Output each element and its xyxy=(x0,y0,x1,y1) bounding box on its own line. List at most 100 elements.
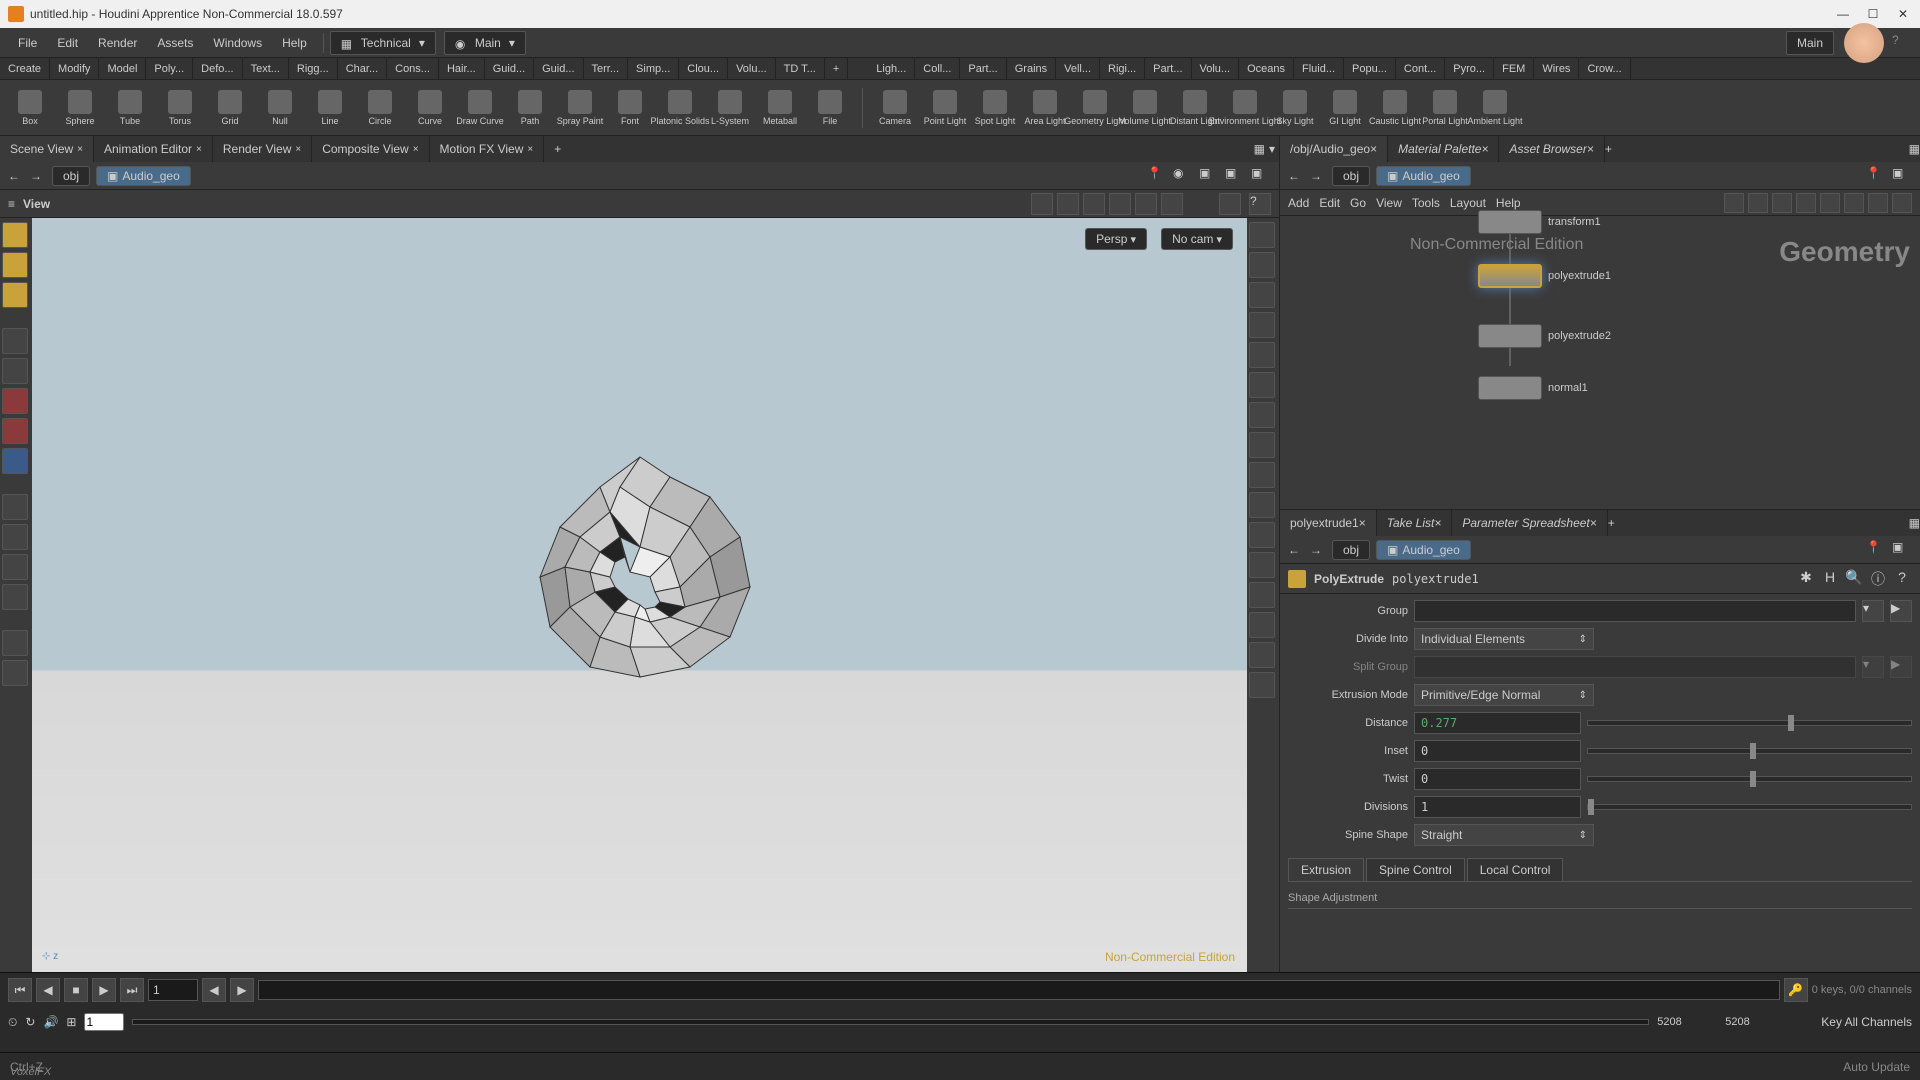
render-icon[interactable]: ▣ xyxy=(1199,166,1219,186)
node-body[interactable] xyxy=(1478,210,1542,234)
back-arrow-icon[interactable]: ← xyxy=(1288,543,1304,557)
tool-camera[interactable]: Camera xyxy=(873,90,917,126)
node-menu-edit[interactable]: Edit xyxy=(1319,196,1340,210)
headlight-icon[interactable] xyxy=(1249,402,1275,428)
move-tool-icon[interactable] xyxy=(2,388,28,414)
range-end[interactable]: 5208 xyxy=(1657,1016,1717,1028)
tool-metaball[interactable]: Metaball xyxy=(758,90,802,126)
snapshot-icon[interactable]: ▣ xyxy=(1225,166,1245,186)
netbox-icon[interactable] xyxy=(1748,193,1768,213)
xray-icon[interactable] xyxy=(1249,492,1275,518)
tree-icon[interactable] xyxy=(1820,193,1840,213)
path-node[interactable]: ▣Audio_geo xyxy=(1376,540,1471,560)
shelf-tab[interactable]: Defo... xyxy=(193,58,242,79)
snapshot-icon[interactable] xyxy=(1892,193,1912,213)
loop-icon[interactable]: ↻ xyxy=(25,1015,35,1029)
pane-chevron-icon[interactable]: ▾ xyxy=(1269,142,1275,156)
scale-tool-icon[interactable] xyxy=(2,448,28,474)
key-icon[interactable]: 🔑 xyxy=(1784,978,1808,1002)
gear-icon[interactable]: ✱ xyxy=(1796,569,1816,589)
first-frame-button[interactable]: ⏮ xyxy=(8,978,32,1002)
shelf-tab[interactable]: Part... xyxy=(960,58,1006,79)
range-slider[interactable] xyxy=(132,1019,1649,1025)
inset-slider[interactable] xyxy=(1587,748,1912,754)
group-select-icon[interactable]: ▶ xyxy=(1890,600,1912,622)
pane-menu-icon[interactable]: ▦ xyxy=(1254,142,1265,156)
persp-dropdown[interactable]: Persp ▾ xyxy=(1085,228,1147,250)
select-contained-icon[interactable] xyxy=(2,282,28,308)
lock-icon[interactable] xyxy=(1249,282,1275,308)
construction-icon[interactable] xyxy=(2,630,28,656)
tab-close-icon[interactable]: × xyxy=(1370,142,1377,156)
tab-close-icon[interactable]: × xyxy=(1359,516,1366,530)
back-arrow-icon[interactable]: ← xyxy=(8,169,24,183)
record-tool-icon[interactable] xyxy=(1161,193,1183,215)
materials-icon[interactable] xyxy=(1249,372,1275,398)
tool-torus[interactable]: Torus xyxy=(158,90,202,126)
distance-field[interactable] xyxy=(1414,712,1581,734)
pane-menu-icon[interactable]: ▦ xyxy=(1909,516,1920,530)
node-menu-tools[interactable]: Tools xyxy=(1412,196,1440,210)
subtab-spine-control[interactable]: Spine Control xyxy=(1366,858,1465,881)
path-root[interactable]: obj xyxy=(1332,166,1370,186)
group-field[interactable] xyxy=(1414,600,1856,622)
overview-icon[interactable] xyxy=(1844,193,1864,213)
tool-geolight[interactable]: Geometry Light xyxy=(1073,90,1117,126)
node-menu-view[interactable]: View xyxy=(1376,196,1402,210)
tab-close-icon[interactable]: × xyxy=(413,144,419,155)
find-icon[interactable]: ▣ xyxy=(1892,166,1912,186)
pin-icon[interactable]: 📍 xyxy=(1147,166,1167,186)
pin-icon[interactable]: 📍 xyxy=(1866,166,1886,186)
tool-pointlight[interactable]: Point Light xyxy=(923,90,967,126)
tool-vollight[interactable]: Volume Light xyxy=(1123,90,1167,126)
camera-dropdown[interactable]: No cam ▾ xyxy=(1161,228,1233,250)
brush-tool-icon[interactable] xyxy=(1109,193,1131,215)
node-polyextrude1[interactable]: polyextrude1 xyxy=(1478,264,1611,288)
shelf-tab[interactable]: Poly... xyxy=(146,58,193,79)
wireframe-icon[interactable] xyxy=(1249,432,1275,458)
tool-envlight[interactable]: Environment Light xyxy=(1223,90,1267,126)
divisions-slider[interactable] xyxy=(1587,804,1912,810)
tab-add[interactable]: + xyxy=(1605,142,1612,156)
tab-close-icon[interactable]: × xyxy=(1481,142,1488,156)
shelf-tab[interactable]: Simp... xyxy=(628,58,679,79)
minimize-button[interactable]: — xyxy=(1834,5,1852,23)
shelf-tab[interactable]: Volu... xyxy=(728,58,776,79)
display-icon[interactable]: ▣ xyxy=(1251,166,1271,186)
pane-menu-icon[interactable]: ▦ xyxy=(1909,142,1920,156)
shelf-tab[interactable]: Oceans xyxy=(1239,58,1294,79)
lock-icon[interactable] xyxy=(2,358,28,384)
node-body[interactable] xyxy=(1478,324,1542,348)
tool-tube[interactable]: Tube xyxy=(108,90,152,126)
shelf-tab[interactable]: Terr... xyxy=(584,58,629,79)
tab-close-icon[interactable]: × xyxy=(1587,142,1594,156)
divisions-field[interactable] xyxy=(1414,796,1581,818)
camera-icon[interactable]: ◉ xyxy=(1173,166,1193,186)
shelf-tab[interactable]: Model xyxy=(99,58,146,79)
menu-edit[interactable]: Edit xyxy=(47,36,88,50)
shelf-add[interactable]: + xyxy=(825,58,848,79)
node-body[interactable] xyxy=(1478,376,1542,400)
tool-box[interactable]: Box xyxy=(8,90,52,126)
tab-add[interactable]: + xyxy=(1608,516,1615,530)
snap-point-icon[interactable] xyxy=(2,524,28,550)
shelf-tab[interactable]: Guid... xyxy=(534,58,583,79)
tab-add[interactable]: + xyxy=(544,142,571,156)
range-icon[interactable]: ⊞ xyxy=(66,1015,76,1029)
fwd-arrow-icon[interactable]: → xyxy=(1310,169,1326,183)
snap-curve-icon[interactable] xyxy=(2,554,28,580)
tool-gilight[interactable]: GI Light xyxy=(1323,90,1367,126)
shelf-tab[interactable]: Clou... xyxy=(679,58,728,79)
tab-material-palette[interactable]: Material Palette × xyxy=(1388,136,1499,162)
shelf-tab[interactable]: Guid... xyxy=(485,58,534,79)
node-polyextrude2[interactable]: polyextrude2 xyxy=(1478,324,1611,348)
rotate-tool-icon[interactable] xyxy=(2,418,28,444)
tab-take-list[interactable]: Take List × xyxy=(1377,510,1453,536)
subtab-extrusion[interactable]: Extrusion xyxy=(1288,858,1364,881)
point-icon[interactable] xyxy=(1249,522,1275,548)
next-key-button[interactable]: ▶ xyxy=(230,978,254,1002)
section-header[interactable]: Shape Adjustment xyxy=(1288,888,1912,909)
secure-tool-icon[interactable] xyxy=(1135,193,1157,215)
tab-close-icon[interactable]: × xyxy=(527,144,533,155)
tool-curve[interactable]: Curve xyxy=(408,90,452,126)
